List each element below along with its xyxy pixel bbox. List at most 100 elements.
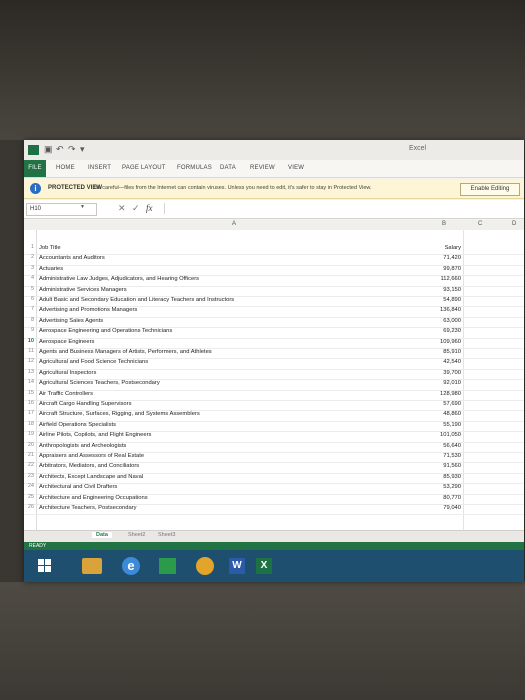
cell-salary[interactable]: 85,930 [419, 474, 461, 480]
cell-salary[interactable]: 53,290 [419, 484, 461, 490]
row-number[interactable]: 11 [24, 348, 34, 354]
cell-salary[interactable]: 85,910 [419, 349, 461, 355]
column-header-a[interactable]: A [232, 221, 236, 227]
row-number[interactable]: 13 [24, 369, 34, 375]
cell-job-title[interactable]: Architecture and Engineering Occupations [39, 495, 148, 501]
row-number[interactable]: 14 [24, 379, 34, 385]
column-header-c[interactable]: C [478, 221, 482, 227]
customize-qat-icon[interactable]: ▾ [80, 144, 85, 155]
cell-salary[interactable]: 48,860 [419, 411, 461, 417]
formula-input[interactable] [164, 203, 520, 214]
cell-job-title[interactable]: Agents and Business Managers of Artists,… [39, 349, 212, 355]
row-number[interactable]: 16 [24, 400, 34, 406]
row-number[interactable]: 26 [24, 504, 34, 510]
cell-salary[interactable]: 109,960 [419, 339, 461, 345]
cell-job-title[interactable]: Architectural and Civil Drafters [39, 484, 117, 490]
cell-job-title[interactable]: Airfield Operations Specialists [39, 422, 116, 428]
cell-salary[interactable]: 56,640 [419, 443, 461, 449]
cell-job-title[interactable]: Job Title [39, 245, 61, 251]
cell-job-title[interactable]: Agricultural Inspectors [39, 370, 96, 376]
cell-salary[interactable]: 101,050 [419, 432, 461, 438]
cell-salary[interactable]: 136,840 [419, 307, 461, 313]
tab-page-layout[interactable]: PAGE LAYOUT [122, 165, 166, 171]
cell-job-title[interactable]: Architects, Except Landscape and Naval [39, 474, 143, 480]
cell-salary[interactable]: 69,230 [419, 328, 461, 334]
insert-function-icon[interactable]: fx [146, 203, 153, 213]
row-number[interactable]: 24 [24, 483, 34, 489]
cell-salary[interactable]: 128,980 [419, 391, 461, 397]
row-number[interactable]: 2 [24, 254, 34, 260]
cell-salary[interactable]: 57,690 [419, 401, 461, 407]
store-icon[interactable] [159, 558, 176, 574]
tab-view[interactable]: VIEW [288, 165, 304, 171]
cell-job-title[interactable]: Air Traffic Controllers [39, 391, 93, 397]
row-number[interactable]: 4 [24, 275, 34, 281]
cell-job-title[interactable]: Appraisers and Assessors of Real Estate [39, 453, 144, 459]
word-icon[interactable]: W [229, 558, 245, 574]
sheet-tab-sheet3[interactable]: Sheet3 [154, 532, 179, 538]
cell-job-title[interactable]: Agricultural Sciences Teachers, Postseco… [39, 380, 160, 386]
cell-job-title[interactable]: Arbitrators, Mediators, and Conciliators [39, 463, 139, 469]
cell-salary[interactable]: 79,040 [419, 505, 461, 511]
cell-salary[interactable]: 91,560 [419, 463, 461, 469]
row-number[interactable]: 19 [24, 431, 34, 437]
cell-job-title[interactable]: Aircraft Structure, Surfaces, Rigging, a… [39, 411, 200, 417]
cell-salary[interactable]: Salary [419, 245, 461, 251]
cell-salary[interactable]: 99,870 [419, 266, 461, 272]
cell-job-title[interactable]: Aerospace Engineers [39, 339, 94, 345]
spreadsheet-grid[interactable]: 1 Job Title Salary 2 Accountants and Auditor… [24, 230, 524, 530]
enter-icon[interactable]: ✓ [132, 203, 140, 214]
cell-job-title[interactable]: Anthropologists and Archeologists [39, 443, 126, 449]
cell-job-title[interactable]: Adult Basic and Secondary Education and … [39, 297, 234, 303]
cell-salary[interactable]: 71,530 [419, 453, 461, 459]
tab-formulas[interactable]: FORMULAS [177, 165, 212, 171]
column-header-b[interactable]: B [442, 221, 446, 227]
name-box[interactable]: H10 [26, 203, 97, 216]
row-number[interactable]: 7 [24, 306, 34, 312]
row-number[interactable]: 22 [24, 462, 34, 468]
cell-job-title[interactable]: Aerospace Engineering and Operations Tec… [39, 328, 172, 334]
cell-salary[interactable]: 42,540 [419, 359, 461, 365]
internet-explorer-icon[interactable]: e [122, 557, 140, 575]
row-number[interactable]: 5 [24, 286, 34, 292]
redo-icon[interactable]: ↷ [68, 144, 76, 155]
excel-taskbar-icon[interactable]: X [256, 558, 272, 574]
cell-job-title[interactable]: Administrative Services Managers [39, 287, 127, 293]
row-number[interactable]: 3 [24, 265, 34, 271]
cell-job-title[interactable]: Agricultural and Food Science Technician… [39, 359, 148, 365]
column-header-d[interactable]: D [512, 221, 516, 227]
row-number[interactable]: 20 [24, 442, 34, 448]
row-number[interactable]: 21 [24, 452, 34, 458]
row-number[interactable]: 18 [24, 421, 34, 427]
tab-insert[interactable]: INSERT [88, 165, 111, 171]
cell-salary[interactable]: 55,190 [419, 422, 461, 428]
row-number[interactable]: 1 [24, 244, 34, 250]
cell-job-title[interactable]: Advertising Sales Agents [39, 318, 103, 324]
sheet-tab-sheet2[interactable]: Sheet2 [124, 532, 149, 538]
sheet-tab-data[interactable]: Data [92, 532, 112, 538]
cell-job-title[interactable]: Actuaries [39, 266, 63, 272]
cell-job-title[interactable]: Airline Pilots, Copilots, and Flight Eng… [39, 432, 151, 438]
cell-salary[interactable]: 54,890 [419, 297, 461, 303]
cell-salary[interactable]: 39,700 [419, 370, 461, 376]
row-number[interactable]: 23 [24, 473, 34, 479]
row-number[interactable]: 25 [24, 494, 34, 500]
chrome-icon[interactable] [196, 557, 214, 575]
tab-review[interactable]: REVIEW [250, 165, 275, 171]
tab-home[interactable]: HOME [56, 165, 75, 171]
cell-salary[interactable]: 112,660 [419, 276, 461, 282]
cell-job-title[interactable]: Administrative Law Judges, Adjudicators,… [39, 276, 199, 282]
windows-start-icon[interactable] [38, 559, 52, 573]
cell-salary[interactable]: 63,000 [419, 318, 461, 324]
cell-salary[interactable]: 71,420 [419, 255, 461, 261]
cell-job-title[interactable]: Accountants and Auditors [39, 255, 105, 261]
cell-salary[interactable]: 93,150 [419, 287, 461, 293]
cell-job-title[interactable]: Aircraft Cargo Handling Supervisors [39, 401, 131, 407]
chevron-down-icon[interactable]: ▼ [80, 204, 85, 210]
row-number[interactable]: 12 [24, 358, 34, 364]
tab-file[interactable]: FILE [24, 160, 46, 177]
file-explorer-icon[interactable] [82, 558, 102, 574]
undo-icon[interactable]: ↶ [56, 144, 64, 155]
tab-data[interactable]: DATA [220, 165, 236, 171]
row-number[interactable]: 9 [24, 327, 34, 333]
